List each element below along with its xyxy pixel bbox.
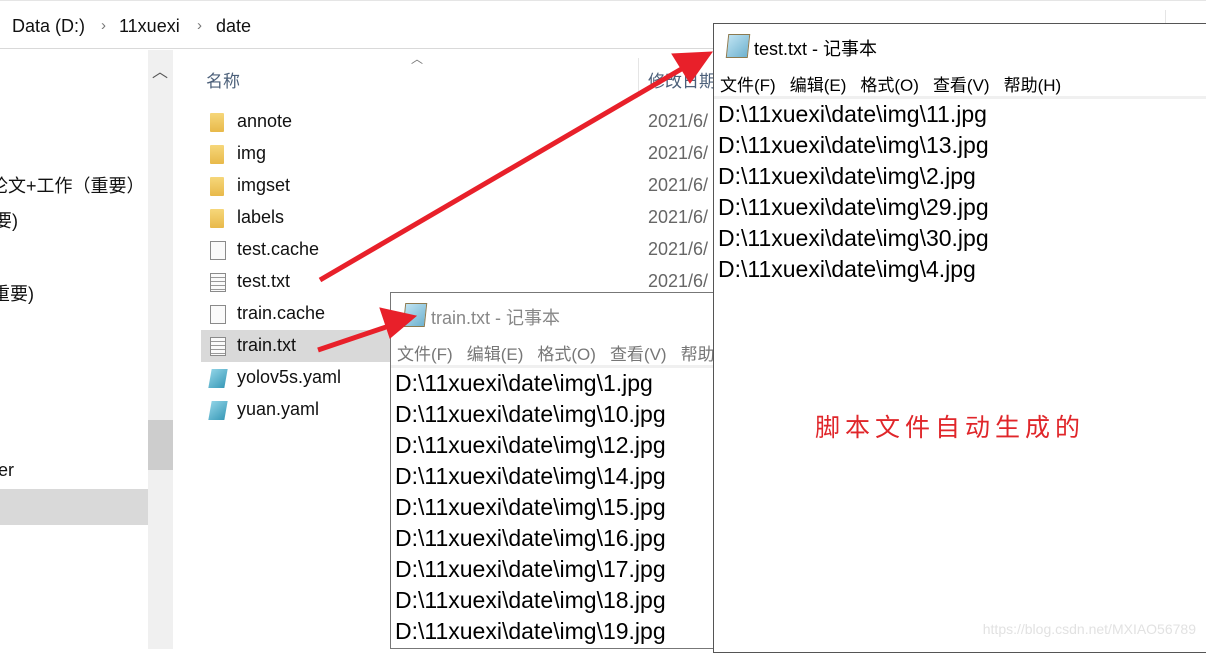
arrow-overlay xyxy=(317,51,714,353)
arrowhead xyxy=(671,51,714,84)
arrow-to-train-notepad xyxy=(317,322,393,353)
arrow-to-test-notepad xyxy=(318,61,692,283)
arrowhead xyxy=(379,307,418,339)
